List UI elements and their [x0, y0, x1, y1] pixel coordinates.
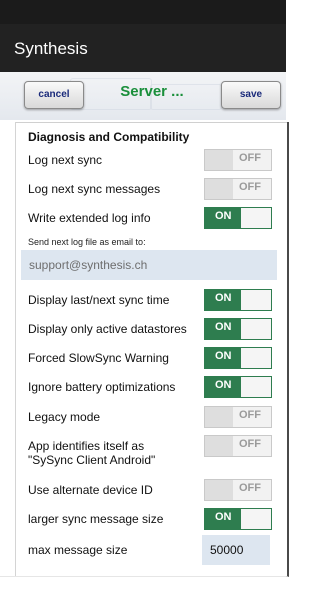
toggle-knob	[241, 377, 271, 397]
toggle-knob	[241, 208, 271, 228]
server-title: Server ...	[120, 83, 184, 100]
larger-message-label: larger sync message size	[28, 512, 164, 526]
larger-message-toggle[interactable]: ON	[204, 508, 272, 530]
toggle-knob	[205, 179, 233, 199]
log-next-sync-messages-toggle[interactable]: OFF	[204, 178, 272, 200]
toggle-state: OFF	[239, 438, 261, 450]
write-extended-log-toggle[interactable]: ON	[204, 207, 272, 229]
toggle-knob	[241, 348, 271, 368]
max-message-size-label: max message size	[28, 543, 128, 557]
toggle-knob	[241, 319, 271, 339]
server-toolbar: cancel Server ... save	[0, 72, 286, 120]
app-title: Synthesis	[14, 39, 88, 58]
settings-panel: Diagnosis and Compatibility Log next syn…	[15, 122, 289, 577]
cancel-button[interactable]: cancel	[24, 81, 84, 109]
toggle-state: ON	[215, 350, 232, 362]
log-next-sync-messages-label: Log next sync messages	[28, 182, 161, 196]
app-identifies-line2: "SySync Client Android"	[28, 453, 156, 467]
toggle-state: ON	[215, 321, 232, 333]
display-active-toggle[interactable]: ON	[204, 318, 272, 340]
display-last-next-toggle[interactable]: ON	[204, 289, 272, 311]
bottom-divider	[0, 576, 286, 577]
app-identifies-line1: App identifies itself as	[28, 439, 145, 453]
log-next-sync-label: Log next sync	[28, 153, 103, 167]
section-title: Diagnosis and Compatibility	[28, 130, 190, 144]
app-bar: Synthesis	[0, 24, 286, 72]
toggle-knob	[241, 509, 271, 529]
status-bar	[0, 0, 286, 24]
save-button[interactable]: save	[221, 81, 281, 109]
ignore-battery-toggle[interactable]: ON	[204, 376, 272, 398]
panel-top-divider	[16, 122, 287, 123]
toggle-knob	[205, 436, 233, 456]
ignore-battery-label: Ignore battery optimizations	[28, 380, 176, 394]
toggle-state: ON	[215, 292, 232, 304]
toggle-knob	[205, 480, 233, 500]
alternate-device-id-toggle[interactable]: OFF	[204, 479, 272, 501]
app-identifies-toggle[interactable]: OFF	[204, 435, 272, 457]
send-log-email-field[interactable]: support@synthesis.ch	[21, 250, 277, 280]
toggle-state: OFF	[239, 482, 261, 494]
toggle-state: OFF	[239, 409, 261, 421]
legacy-mode-label: Legacy mode	[28, 410, 101, 424]
alternate-device-id-label: Use alternate device ID	[28, 483, 153, 497]
display-active-label: Display only active datastores	[28, 322, 187, 336]
display-last-next-label: Display last/next sync time	[28, 293, 170, 307]
toggle-state: ON	[215, 511, 232, 523]
toggle-state: ON	[215, 379, 232, 391]
toggle-knob	[205, 150, 233, 170]
max-message-size-field[interactable]: 50000	[202, 535, 270, 565]
forced-slowsync-label: Forced SlowSync Warning	[28, 351, 169, 365]
toggle-state: OFF	[239, 152, 261, 164]
write-extended-log-label: Write extended log info	[28, 211, 151, 225]
toggle-state: ON	[215, 210, 232, 222]
send-log-label: Send next log file as email to:	[28, 237, 146, 247]
legacy-mode-toggle[interactable]: OFF	[204, 406, 272, 428]
toggle-state: OFF	[239, 181, 261, 193]
toggle-knob	[241, 290, 271, 310]
toggle-knob	[205, 407, 233, 427]
app-identifies-label: App identifies itself as "SySync Client …	[28, 439, 155, 467]
forced-slowsync-toggle[interactable]: ON	[204, 347, 272, 369]
log-next-sync-toggle[interactable]: OFF	[204, 149, 272, 171]
